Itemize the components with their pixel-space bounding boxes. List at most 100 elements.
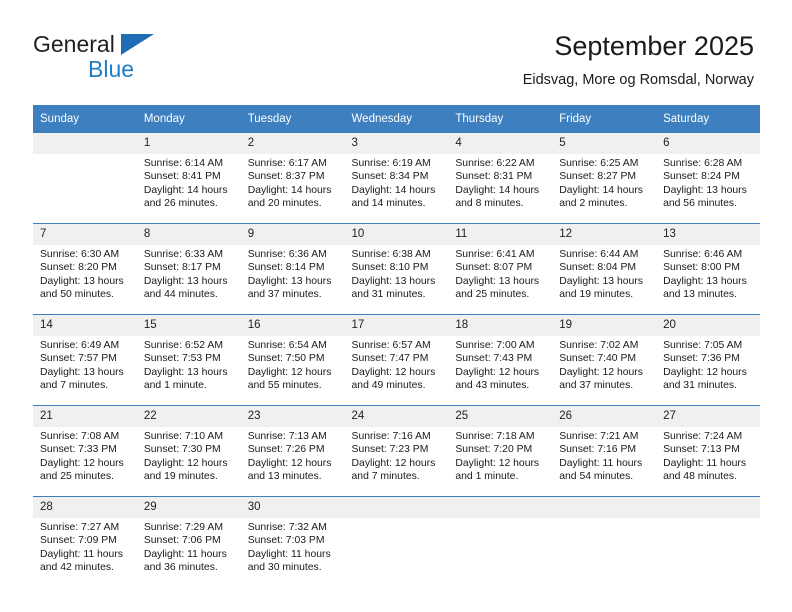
daylight-text-line2: and 37 minutes. (247, 289, 322, 301)
day-cell[interactable]: 8 Sunrise: 6:33 AM Sunset: 8:17 PM Dayli… (136, 223, 241, 315)
sunset-text: Sunset: 8:04 PM (559, 262, 637, 274)
day-cell-content: 12 Sunrise: 6:44 AM Sunset: 8:04 PM Dayl… (552, 224, 657, 314)
daylight-text-line1: Daylight: 13 hours (247, 275, 332, 287)
day-cell[interactable]: 13 Sunrise: 6:46 AM Sunset: 8:00 PM Dayl… (656, 223, 760, 315)
daylight-text-line1: Daylight: 12 hours (559, 366, 643, 378)
day-info: Sunrise: 7:32 AM Sunset: 7:03 PM Dayligh… (241, 518, 345, 575)
daylight-text-line2: and 31 minutes. (663, 380, 737, 392)
calendar-header: Sunday Monday Tuesday Wednesday Thursday… (33, 105, 760, 133)
day-cell[interactable]: 12 Sunrise: 6:44 AM Sunset: 8:04 PM Dayl… (552, 223, 657, 315)
day-info: Sunrise: 6:54 AM Sunset: 7:50 PM Dayligh… (241, 336, 345, 393)
sunset-text: Sunset: 7:20 PM (455, 444, 533, 456)
day-number: 23 (240, 406, 345, 427)
daylight-text-line2: and 48 minutes. (663, 471, 737, 483)
day-number: 28 (33, 497, 137, 518)
daylight-text-line1: Daylight: 12 hours (455, 366, 540, 378)
day-cell[interactable]: 29 Sunrise: 7:29 AM Sunset: 7:06 PM Dayl… (136, 496, 241, 587)
day-number (656, 497, 760, 518)
week-row: 21 Sunrise: 7:08 AM Sunset: 7:33 PM Dayl… (33, 405, 760, 497)
day-cell[interactable]: 7 Sunrise: 6:30 AM Sunset: 8:20 PM Dayli… (33, 223, 137, 315)
sunset-text: Sunset: 7:13 PM (663, 444, 740, 456)
day-cell[interactable]: 9 Sunrise: 6:36 AM Sunset: 8:14 PM Dayli… (240, 223, 345, 315)
sunset-text: Sunset: 7:53 PM (143, 353, 221, 365)
day-number (33, 133, 137, 154)
daylight-text-line1: Daylight: 11 hours (143, 548, 227, 560)
sunrise-text: Sunrise: 6:36 AM (247, 249, 327, 260)
day-cell[interactable]: 1 Sunrise: 6:14 AM Sunset: 8:41 PM Dayli… (136, 133, 241, 224)
day-cell[interactable] (552, 496, 657, 587)
calendar-page: General Blue September 2025 Eidsvag, Mor… (0, 0, 792, 612)
daylight-text-line1: Daylight: 13 hours (663, 184, 747, 196)
day-cell[interactable]: 10 Sunrise: 6:38 AM Sunset: 8:10 PM Dayl… (344, 223, 449, 315)
day-cell[interactable]: 25 Sunrise: 7:18 AM Sunset: 7:20 PM Dayl… (448, 405, 553, 497)
daylight-text-line1: Daylight: 14 hours (351, 184, 436, 196)
day-number (344, 497, 449, 518)
day-cell[interactable]: 19 Sunrise: 7:02 AM Sunset: 7:40 PM Dayl… (552, 314, 657, 406)
day-cell[interactable]: 26 Sunrise: 7:21 AM Sunset: 7:16 PM Dayl… (552, 405, 657, 497)
sunset-text: Sunset: 8:07 PM (455, 262, 533, 274)
day-cell[interactable]: 3 Sunrise: 6:19 AM Sunset: 8:34 PM Dayli… (344, 133, 449, 224)
weekday-header-row: Sunday Monday Tuesday Wednesday Thursday… (33, 105, 760, 133)
day-number: 24 (344, 406, 449, 427)
day-cell[interactable]: 14 Sunrise: 6:49 AM Sunset: 7:57 PM Dayl… (33, 314, 137, 406)
sunrise-text: Sunrise: 7:29 AM (143, 522, 223, 533)
day-cell[interactable]: 11 Sunrise: 6:41 AM Sunset: 8:07 PM Dayl… (448, 223, 553, 315)
day-info: Sunrise: 6:19 AM Sunset: 8:34 PM Dayligh… (345, 154, 449, 211)
day-cell[interactable]: 2 Sunrise: 6:17 AM Sunset: 8:37 PM Dayli… (240, 133, 345, 224)
day-cell[interactable]: 20 Sunrise: 7:05 AM Sunset: 7:36 PM Dayl… (656, 314, 760, 406)
day-cell[interactable]: 18 Sunrise: 7:00 AM Sunset: 7:43 PM Dayl… (448, 314, 553, 406)
day-cell[interactable] (33, 133, 137, 224)
daylight-text-line1: Daylight: 12 hours (455, 457, 540, 469)
daylight-text-line1: Daylight: 11 hours (247, 548, 331, 560)
daylight-text-line2: and 37 minutes. (559, 380, 634, 392)
day-cell[interactable]: 30 Sunrise: 7:32 AM Sunset: 7:03 PM Dayl… (240, 496, 345, 587)
day-cell[interactable]: 6 Sunrise: 6:28 AM Sunset: 8:24 PM Dayli… (656, 133, 760, 224)
daylight-text-line1: Daylight: 14 hours (247, 184, 332, 196)
day-cell[interactable] (448, 496, 553, 587)
day-cell[interactable]: 15 Sunrise: 6:52 AM Sunset: 7:53 PM Dayl… (136, 314, 241, 406)
sunset-text: Sunset: 7:30 PM (143, 444, 221, 456)
day-cell[interactable] (656, 496, 760, 587)
daylight-text-line2: and 25 minutes. (40, 471, 114, 483)
day-info: Sunrise: 6:14 AM Sunset: 8:41 PM Dayligh… (137, 154, 241, 211)
day-cell[interactable]: 24 Sunrise: 7:16 AM Sunset: 7:23 PM Dayl… (344, 405, 449, 497)
day-info: Sunrise: 7:13 AM Sunset: 7:26 PM Dayligh… (241, 427, 345, 484)
daylight-text-line1: Daylight: 12 hours (351, 457, 436, 469)
day-info: Sunrise: 6:44 AM Sunset: 8:04 PM Dayligh… (552, 245, 656, 302)
sunset-text: Sunset: 7:03 PM (247, 535, 325, 547)
day-cell[interactable]: 4 Sunrise: 6:22 AM Sunset: 8:31 PM Dayli… (448, 133, 553, 224)
day-cell[interactable]: 22 Sunrise: 7:10 AM Sunset: 7:30 PM Dayl… (136, 405, 241, 497)
daylight-text-line2: and 42 minutes. (40, 562, 114, 574)
day-cell[interactable]: 27 Sunrise: 7:24 AM Sunset: 7:13 PM Dayl… (656, 405, 760, 497)
day-cell[interactable]: 21 Sunrise: 7:08 AM Sunset: 7:33 PM Dayl… (33, 405, 137, 497)
day-cell-content: 1 Sunrise: 6:14 AM Sunset: 8:41 PM Dayli… (136, 133, 241, 223)
day-cell-content: 7 Sunrise: 6:30 AM Sunset: 8:20 PM Dayli… (33, 224, 137, 314)
day-info: Sunrise: 6:28 AM Sunset: 8:24 PM Dayligh… (656, 154, 760, 211)
day-number: 10 (344, 224, 449, 245)
day-cell[interactable]: 28 Sunrise: 7:27 AM Sunset: 7:09 PM Dayl… (33, 496, 137, 587)
sunrise-text: Sunrise: 7:24 AM (663, 431, 743, 442)
day-number: 30 (240, 497, 345, 518)
daylight-text-line2: and 55 minutes. (247, 380, 322, 392)
day-cell[interactable]: 23 Sunrise: 7:13 AM Sunset: 7:26 PM Dayl… (240, 405, 345, 497)
daylight-text-line1: Daylight: 12 hours (247, 457, 332, 469)
daylight-text-line2: and 1 minute. (455, 471, 519, 483)
sunset-text: Sunset: 8:24 PM (663, 171, 740, 183)
sunrise-text: Sunrise: 6:14 AM (143, 158, 223, 169)
day-cell-content: 8 Sunrise: 6:33 AM Sunset: 8:17 PM Dayli… (136, 224, 241, 314)
day-number: 1 (136, 133, 241, 154)
daylight-text-line1: Daylight: 12 hours (247, 366, 332, 378)
sunrise-text: Sunrise: 6:30 AM (40, 249, 120, 260)
day-cell[interactable]: 16 Sunrise: 6:54 AM Sunset: 7:50 PM Dayl… (240, 314, 345, 406)
day-cell[interactable]: 5 Sunrise: 6:25 AM Sunset: 8:27 PM Dayli… (552, 133, 657, 224)
day-cell[interactable] (344, 496, 449, 587)
sunset-text: Sunset: 7:40 PM (559, 353, 637, 365)
day-number: 16 (240, 315, 345, 336)
sunrise-text: Sunrise: 7:10 AM (143, 431, 223, 442)
day-number: 25 (448, 406, 553, 427)
sunset-text: Sunset: 7:06 PM (143, 535, 221, 547)
sunset-text: Sunset: 7:09 PM (40, 535, 117, 547)
day-cell[interactable]: 17 Sunrise: 6:57 AM Sunset: 7:47 PM Dayl… (344, 314, 449, 406)
sunrise-text: Sunrise: 7:18 AM (455, 431, 535, 442)
daylight-text-line1: Daylight: 13 hours (559, 275, 643, 287)
